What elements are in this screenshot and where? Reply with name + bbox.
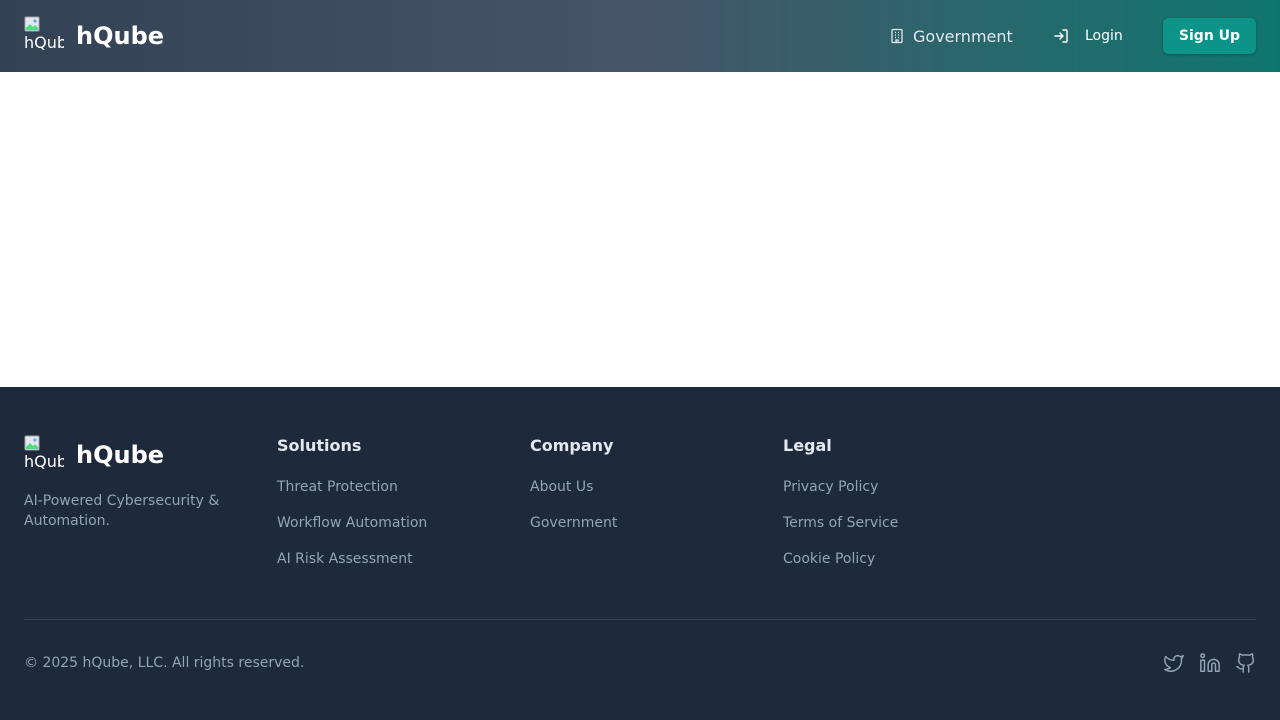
footer-column-title: Legal [783,436,832,455]
footer-column-title: Company [530,436,614,455]
footer-tagline: AI-Powered Cybersecurity & Automation. [24,493,220,529]
logo-alt-text: hQube [24,33,64,52]
footer-column-solutions: Solutions Threat Protection Workflow Aut… [277,436,427,584]
nav-government-label: Government [913,26,1013,46]
footer-link-workflow-automation[interactable]: Workflow Automation [277,513,427,533]
copyright-text: © 2025 hQube, LLC. All rights reserved. [24,655,305,671]
footer-link-government[interactable]: Government [530,513,617,533]
footer-logo-image: hQube [24,435,64,475]
signup-button[interactable]: Sign Up [1163,18,1256,54]
footer-brand-name: hQube [76,441,165,469]
building-icon [891,28,903,44]
main-content [0,72,1280,387]
broken-image-icon [24,435,40,451]
footer-column-legal: Legal Privacy Policy Terms of Service Co… [783,436,898,584]
footer-column-company: Company About Us Government [530,436,617,548]
footer-brand-link[interactable]: hQube hQube [24,435,164,475]
nav-government-link[interactable]: Government [889,24,1013,48]
footer-logo-alt-text: hQube [24,452,64,471]
footer-divider [24,619,1256,620]
brand-home-link[interactable]: hQube hQube [24,16,164,56]
footer-link-terms-of-service[interactable]: Terms of Service [783,513,898,533]
footer-link-cookie-policy[interactable]: Cookie Policy [783,549,875,569]
linkedin-icon[interactable] [1199,652,1221,674]
footer-link-ai-risk-assessment[interactable]: AI Risk Assessment [277,549,413,569]
footer-column-title: Solutions [277,436,362,455]
footer-link-privacy-policy[interactable]: Privacy Policy [783,477,878,497]
brand-name: hQube [76,22,165,50]
footer-link-about-us[interactable]: About Us [530,477,593,497]
logo-image: hQube [24,16,64,56]
site-footer: hQube hQube AI-Powered Cybersecurity & A… [0,387,1280,720]
broken-image-icon [24,16,40,32]
twitter-icon[interactable] [1163,652,1185,674]
login-icon [1054,29,1068,43]
nav-login-link[interactable]: Login [1053,24,1123,48]
nav-login-label: Login [1085,28,1123,44]
social-links [1163,652,1257,674]
footer-link-threat-protection[interactable]: Threat Protection [277,477,398,497]
github-icon[interactable] [1235,652,1257,674]
top-navbar: hQube hQube Government Login Sign Up [0,0,1280,72]
